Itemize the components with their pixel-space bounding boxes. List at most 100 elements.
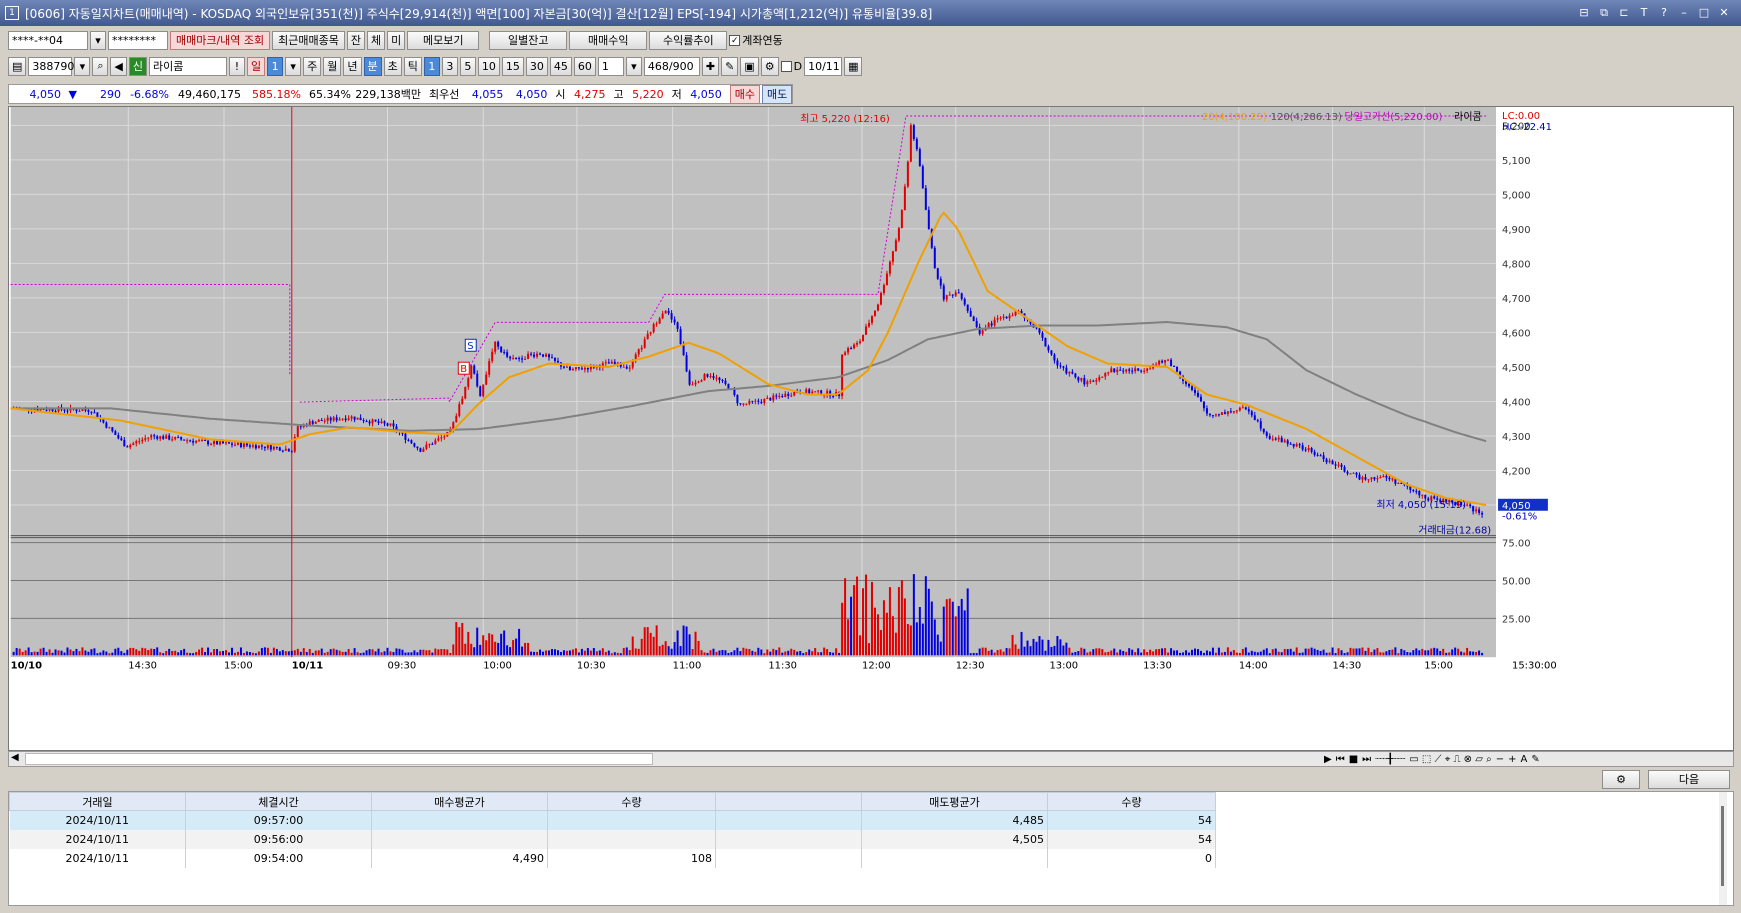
candle-body xyxy=(790,395,793,397)
stock-code-input[interactable]: 388790 xyxy=(28,56,74,76)
daily-balance-button[interactable]: 일별잔고 xyxy=(489,30,568,50)
next-button[interactable]: 다음 xyxy=(1648,769,1730,789)
interval-30-button[interactable]: 30 xyxy=(525,56,548,76)
volume-bar xyxy=(260,648,263,656)
balance-button[interactable]: 잔 xyxy=(346,30,366,50)
stock-name-field[interactable]: 라이콤 xyxy=(149,56,227,76)
volume-bar xyxy=(1439,651,1442,656)
candle-body xyxy=(613,361,616,364)
table-row[interactable]: 2024/10/11 09:56:00 4,505 54 xyxy=(9,829,1216,849)
stop-icon[interactable]: ■ xyxy=(1349,754,1358,765)
interval-60-button[interactable]: 60 xyxy=(573,56,596,76)
window-layout-icon[interactable]: ⧉ xyxy=(1597,6,1611,20)
settings-icon[interactable]: ⚙ xyxy=(760,56,779,76)
fast-forward-icon[interactable]: ⏭ xyxy=(1362,754,1371,765)
zoom-in-icon[interactable]: + xyxy=(1508,754,1516,765)
rewind-icon[interactable]: ⏮ xyxy=(1336,754,1345,765)
interval-1-button[interactable]: 1 xyxy=(423,56,440,76)
speaker-icon[interactable]: ◀ xyxy=(110,56,127,76)
candle-body xyxy=(362,420,365,422)
yield-trend-button[interactable]: 수익률추이 xyxy=(649,30,728,50)
candle-body xyxy=(174,437,177,440)
search-icon[interactable]: ⌕ xyxy=(92,56,109,76)
close-icon[interactable]: ✕ xyxy=(1717,6,1731,20)
trade-profit-button[interactable]: 매매수익 xyxy=(569,30,648,50)
grid-vertical-scrollbar[interactable] xyxy=(1719,792,1727,905)
trade-mark-query-button[interactable]: 매매마크/내역 조회 xyxy=(170,30,271,50)
candle-body xyxy=(1158,360,1161,365)
zoom-slider-icon[interactable]: ┈┈╂┈┈ xyxy=(1375,754,1405,765)
account-link-checkbox[interactable]: ✓ 계좌연동 xyxy=(729,32,783,48)
period-month-button[interactable]: 월 xyxy=(323,56,342,76)
interval-45-button[interactable]: 45 xyxy=(549,56,572,76)
period-day-count[interactable]: 1 xyxy=(267,56,284,76)
volume-bar xyxy=(610,653,613,656)
table-row[interactable]: 2024/10/11 09:57:00 4,485 54 xyxy=(9,810,1216,830)
link-icon[interactable]: ⊟ xyxy=(1577,6,1591,20)
pin-icon[interactable]: ⊏ xyxy=(1617,6,1631,20)
period-second-button[interactable]: 초 xyxy=(383,56,402,76)
interval-count-input[interactable]: 1 xyxy=(597,56,624,76)
alert-button[interactable]: ! xyxy=(229,56,245,76)
day-count-dropdown-icon[interactable]: ▾ xyxy=(285,56,302,76)
pen-icon[interactable]: ✎ xyxy=(1531,754,1539,765)
candle-body xyxy=(676,322,679,329)
candle-body xyxy=(1164,360,1167,363)
price-chart[interactable]: 5,2005,1005,0004,9004,8004,7004,6004,500… xyxy=(8,106,1734,751)
memo-button[interactable]: 메모보기 xyxy=(407,30,480,50)
zoom-out-icon[interactable]: − xyxy=(1496,754,1504,765)
period-minute-button[interactable]: 분 xyxy=(363,56,382,76)
date-filter-checkbox[interactable] xyxy=(780,60,792,72)
code-dropdown-icon[interactable]: ▾ xyxy=(74,56,91,76)
interval-3-button[interactable]: 3 xyxy=(441,56,458,76)
volume-bar xyxy=(359,653,362,656)
period-day-button[interactable]: 일 xyxy=(247,56,266,76)
calendar-icon[interactable]: ▦ xyxy=(844,56,863,76)
candle-body xyxy=(470,365,473,379)
scroll-thumb[interactable] xyxy=(25,753,653,765)
date-input[interactable]: 10/11 xyxy=(804,56,843,76)
interval-10-button[interactable]: 10 xyxy=(477,56,500,76)
period-tick-button[interactable]: 틱 xyxy=(403,56,422,76)
candle-body xyxy=(646,333,649,340)
grid-settings-icon[interactable]: ⚙ xyxy=(1602,769,1640,789)
draw-tool-icon[interactable]: ✎ xyxy=(721,56,739,76)
account-select[interactable]: ****-**04 xyxy=(8,30,88,50)
chart-tools-icon[interactable]: ▭ ⬚ ⟋ ⌖ ⎍ ⊗ ▱ ⌕ xyxy=(1409,754,1491,765)
text-tool-icon[interactable]: A xyxy=(1521,754,1528,765)
data-range-field[interactable]: 468/900 xyxy=(643,56,700,76)
volume-bar xyxy=(141,647,144,656)
volume-bar xyxy=(1131,649,1134,656)
volume-bar xyxy=(344,651,347,656)
help-icon[interactable]: ? xyxy=(1657,6,1671,20)
font-icon[interactable]: T xyxy=(1637,6,1651,20)
count-dropdown-icon[interactable]: ▾ xyxy=(625,56,642,76)
candle-body xyxy=(1400,482,1403,484)
interval-15-button[interactable]: 15 xyxy=(501,56,524,76)
panel-icon[interactable]: ▤ xyxy=(8,56,27,76)
volume-bar xyxy=(829,652,832,656)
add-indicator-icon[interactable]: ✚ xyxy=(701,56,720,76)
candle-body xyxy=(1214,414,1217,416)
volume-bar xyxy=(1472,651,1475,656)
maximize-icon[interactable]: □ xyxy=(1697,6,1711,20)
scroll-left-icon[interactable]: ◀ xyxy=(11,752,19,763)
table-row[interactable]: 2024/10/11 09:54:00 4,490 108 0 xyxy=(9,848,1216,868)
buy-button[interactable]: 매수 xyxy=(729,84,760,104)
password-field[interactable]: ******** xyxy=(108,30,168,50)
period-year-button[interactable]: 년 xyxy=(343,56,362,76)
minimize-icon[interactable]: – xyxy=(1677,6,1691,20)
recent-trades-button[interactable]: 최근매매종목 xyxy=(272,30,345,50)
volume-bar xyxy=(314,650,317,656)
unfilled-button[interactable]: 미 xyxy=(387,30,406,50)
period-week-button[interactable]: 주 xyxy=(303,56,322,76)
sell-button[interactable]: 매도 xyxy=(762,84,793,104)
horizontal-scrollbar[interactable]: ◀ ▶ ⏮ ■ ⏭ ┈┈╂┈┈ ▭ ⬚ ⟋ ⌖ ⎍ ⊗ ▱ ⌕ − + A ✎ xyxy=(8,751,1734,767)
volume-bar xyxy=(1188,652,1191,656)
interval-5-button[interactable]: 5 xyxy=(459,56,476,76)
candle-body xyxy=(1433,496,1436,499)
account-dropdown-icon[interactable]: ▾ xyxy=(90,30,106,50)
scroll-right-icon[interactable]: ▶ xyxy=(1324,754,1332,765)
save-icon[interactable]: ▣ xyxy=(740,56,759,76)
executed-button[interactable]: 체 xyxy=(367,30,386,50)
